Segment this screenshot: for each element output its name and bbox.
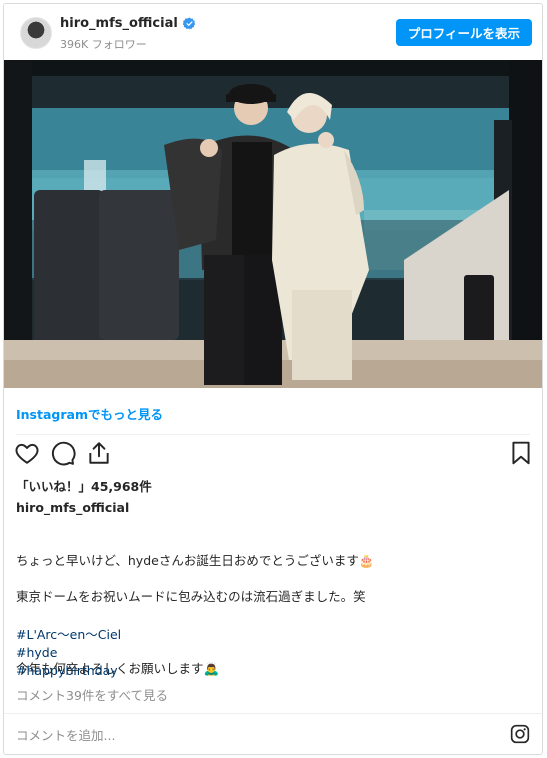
avatar[interactable] — [20, 17, 52, 49]
hashtag-list: #L'Arc〜en〜Ciel #hyde #happybirthday — [16, 626, 121, 680]
like-count[interactable]: 「いいね！」45,968件 — [16, 476, 152, 495]
post-owner-username[interactable]: hiro_mfs_official — [16, 500, 129, 515]
username-link[interactable]: hiro_mfs_official — [60, 16, 178, 31]
hashtag-larc[interactable]: #L'Arc〜en〜Ciel — [16, 626, 121, 644]
add-comment-input[interactable]: コメントを追加... — [16, 725, 115, 744]
verified-badge-icon — [182, 17, 196, 30]
view-all-comments-link[interactable]: コメント39件をすべて見る — [16, 685, 168, 704]
hashtag-happybirthday[interactable]: #happybirthday — [16, 662, 121, 680]
action-bar — [4, 438, 542, 472]
caption-line-1: ちょっと早いけど、hydeさんお誕生日おめでとうございます🎂 — [16, 553, 375, 568]
instagram-icon[interactable] — [510, 724, 530, 744]
instagram-embed-card: hiro_mfs_official 396K フォロワー プロフィールを表示 I… — [3, 3, 543, 755]
post-header: hiro_mfs_official 396K フォロワー プロフィールを表示 — [4, 4, 542, 60]
hashtag-hyde[interactable]: #hyde — [16, 644, 121, 662]
view-profile-button[interactable]: プロフィールを表示 — [395, 19, 532, 46]
view-more-on-instagram-link[interactable]: Instagramでもっと見る — [16, 404, 163, 423]
bookmark-icon[interactable] — [508, 440, 534, 466]
follower-count: 396K フォロワー — [60, 38, 147, 51]
username-row: hiro_mfs_official — [60, 16, 196, 31]
heart-icon[interactable] — [14, 440, 40, 466]
photo-illustration — [4, 60, 542, 388]
comment-footer: コメントを追加... — [4, 713, 542, 754]
comment-icon[interactable] — [50, 440, 76, 466]
share-icon[interactable] — [86, 440, 112, 466]
divider — [16, 434, 530, 435]
caption-line-2: 東京ドームをお祝いムードに包み込むのは流石過ぎました。笑 — [16, 589, 366, 604]
post-photo[interactable] — [4, 60, 542, 388]
